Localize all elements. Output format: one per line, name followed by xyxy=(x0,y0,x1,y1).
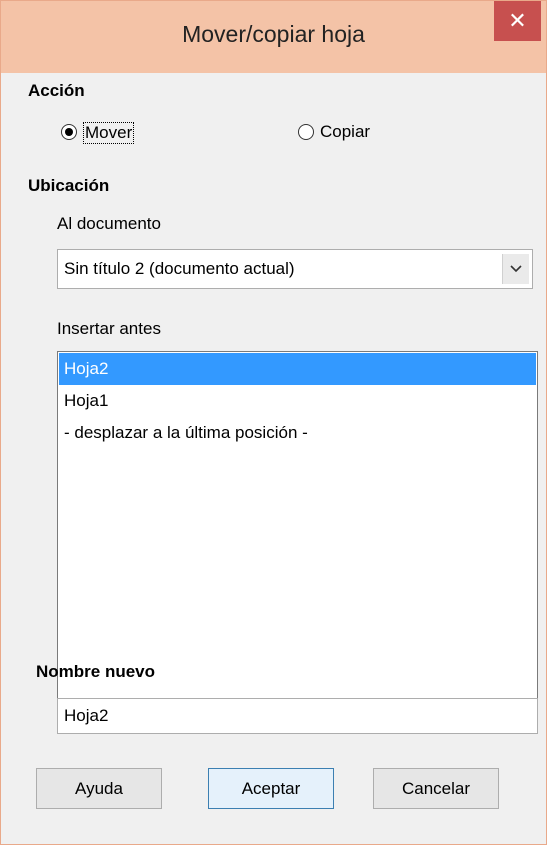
document-label: Al documento xyxy=(57,214,161,233)
dialog-body: Acción Mover Copiar Ubicación Al documen… xyxy=(9,73,538,837)
chevron-down-icon xyxy=(510,265,522,273)
radio-copiar-label[interactable]: Copiar xyxy=(320,122,370,142)
radio-mover-circle[interactable] xyxy=(61,124,77,140)
ubicacion-heading: Ubicación xyxy=(28,176,110,195)
help-button[interactable]: Ayuda xyxy=(36,768,162,809)
insert-before-label: Insertar antes xyxy=(57,319,161,338)
accion-heading: Acción xyxy=(28,81,85,100)
document-select-value: Sin título 2 (documento actual) xyxy=(64,259,295,278)
radio-mover[interactable]: Mover xyxy=(61,122,191,144)
radio-selected-dot xyxy=(65,128,73,136)
radio-copiar[interactable]: Copiar xyxy=(298,122,408,144)
title-bar[interactable]: Mover/copiar hoja ✕ xyxy=(1,1,546,73)
insert-before-list[interactable]: Hoja2 Hoja1 - desplazar a la última posi… xyxy=(57,351,538,700)
new-name-field[interactable] xyxy=(57,698,538,734)
dialog-title: Mover/copiar hoja xyxy=(182,21,365,47)
ok-button[interactable]: Aceptar xyxy=(208,768,334,809)
list-item[interactable]: Hoja2 xyxy=(59,353,536,385)
new-name-label: Nombre nuevo xyxy=(36,662,156,681)
close-icon: ✕ xyxy=(508,8,527,33)
radio-mover-label[interactable]: Mover xyxy=(83,122,135,144)
document-select[interactable]: Sin título 2 (documento actual) xyxy=(57,249,533,289)
dialog-window: Mover/copiar hoja ✕ Acción Mover Copiar … xyxy=(0,0,547,845)
close-button[interactable]: ✕ xyxy=(494,1,541,41)
list-item[interactable]: - desplazar a la última posición - xyxy=(59,417,536,449)
new-name-input[interactable] xyxy=(64,706,524,726)
dropdown-button[interactable] xyxy=(502,254,529,284)
list-item[interactable]: Hoja1 xyxy=(59,385,536,417)
cancel-button[interactable]: Cancelar xyxy=(373,768,499,809)
radio-copiar-circle[interactable] xyxy=(298,124,314,140)
